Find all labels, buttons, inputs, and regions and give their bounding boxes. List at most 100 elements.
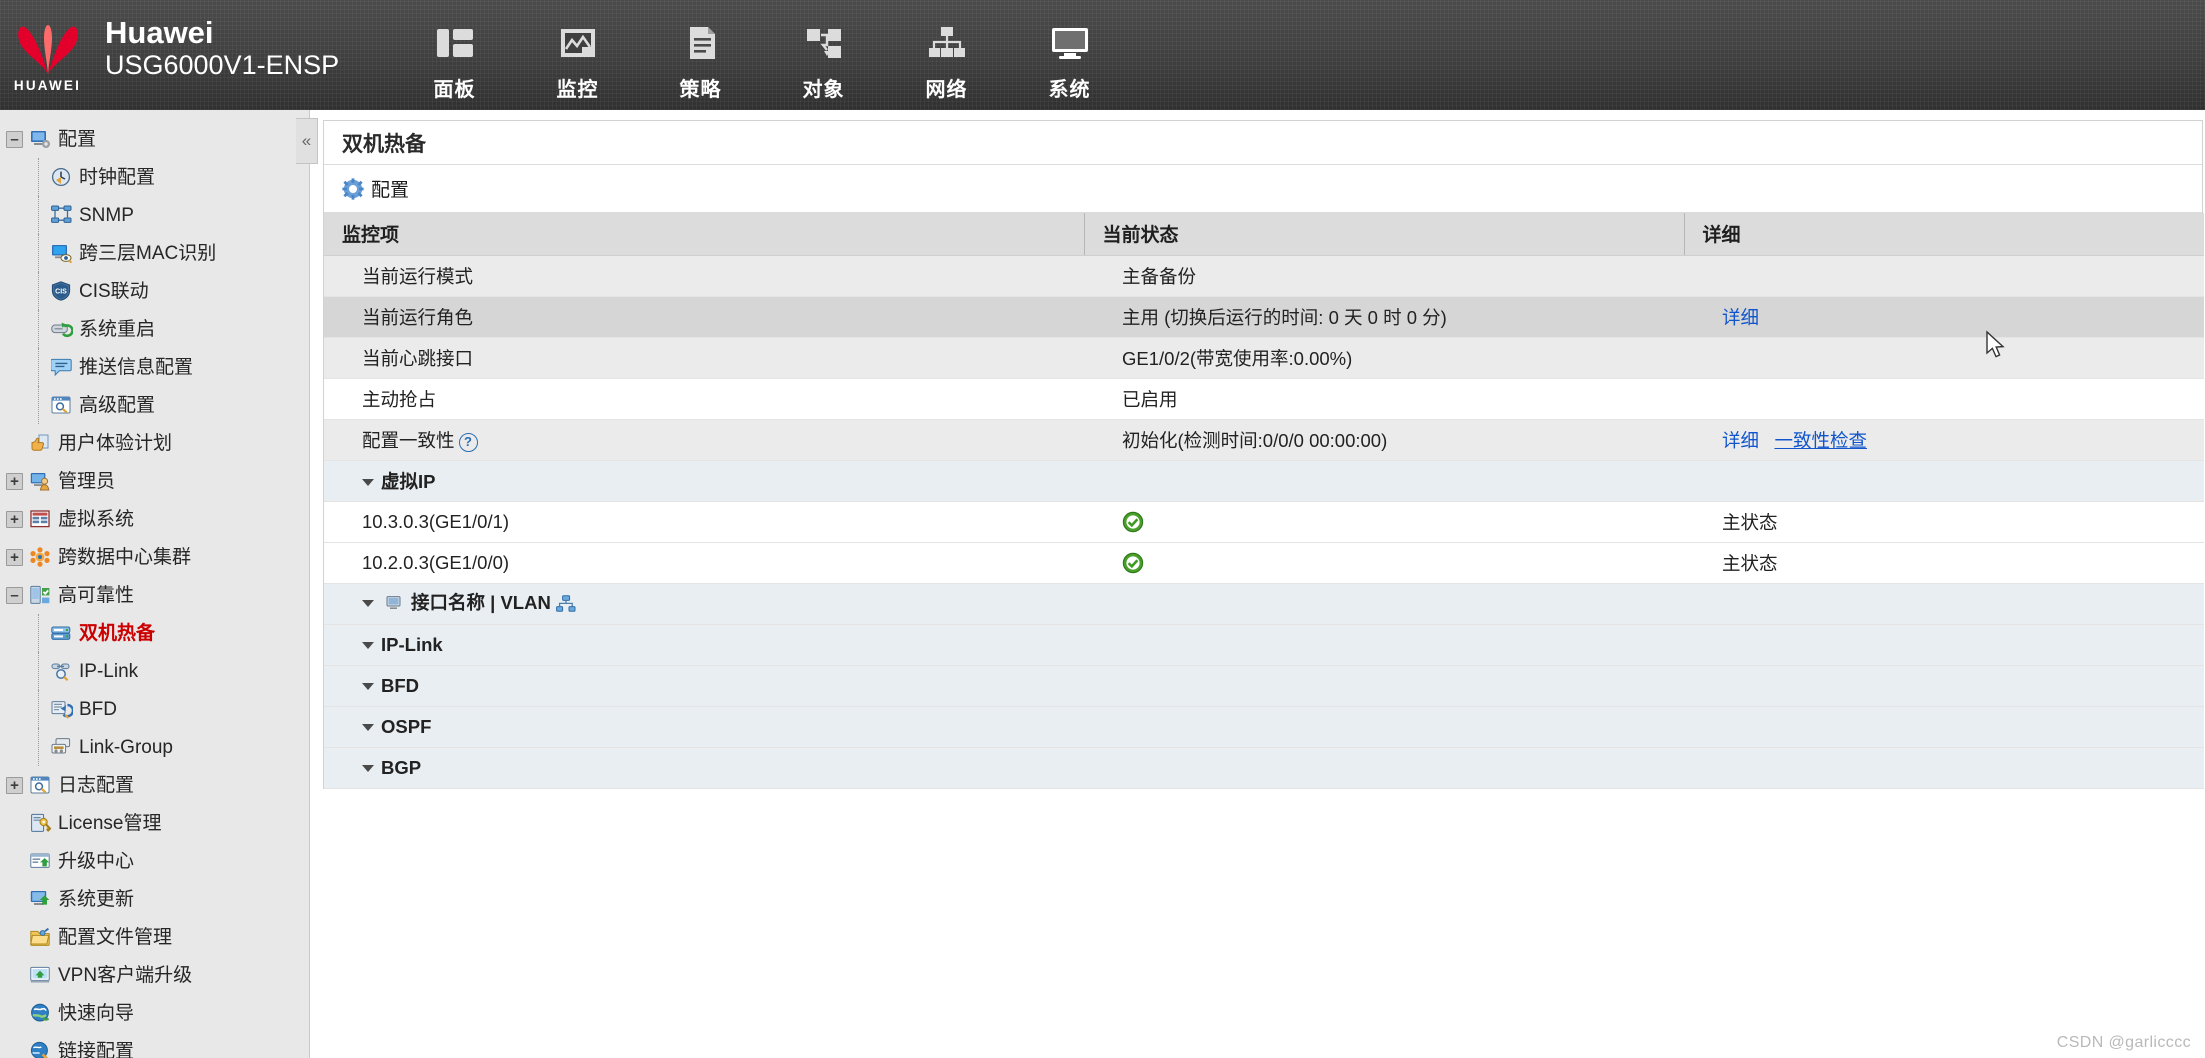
sidebar-item-label: 系统更新 [58, 888, 135, 910]
sidebar-item-7[interactable]: 高级配置 [0, 386, 309, 424]
consistency-check-link[interactable]: 一致性检查 [1774, 430, 1867, 451]
expand-icon[interactable]: + [6, 548, 23, 566]
sidebar-item-label: 推送信息配置 [79, 356, 194, 378]
sidebar-item-17[interactable]: + 日志配置 [0, 766, 309, 804]
table-row[interactable]: 当前运行角色 主用 (切换后运行的时间: 0 天 0 时 0 分) 详细 [324, 296, 2204, 338]
sidebar-item-13[interactable]: 双机热备 [0, 614, 309, 652]
table-header-row: 监控项 当前状态 详细 [324, 213, 2204, 256]
interface-icon [386, 595, 406, 618]
sidebar-item-22[interactable]: VPN客户端升级 [0, 956, 309, 994]
monitor-item-label: 主动抢占 [362, 388, 437, 410]
table-body: 当前运行模式 主备备份 当前运行角色 主用 (切换后运行的时间: 0 天 0 时 0 … [324, 255, 2204, 789]
collapse-caret-icon[interactable] [362, 764, 374, 772]
sidebar-item-19[interactable]: 升级中心 [0, 842, 309, 880]
sidebar-item-14[interactable]: IP-Link [0, 652, 309, 690]
sidebar-item-label: 链接配置 [58, 1040, 135, 1058]
nav-item-policy[interactable]: 策略 [639, 0, 762, 110]
gear-icon [342, 177, 364, 200]
nav-item-network[interactable]: 网络 [885, 0, 1008, 110]
sidebar-item-5[interactable]: 系统重启 [0, 310, 309, 348]
table-row[interactable]: 10.2.0.3(GE1/0/0) 主状态 [324, 542, 2204, 584]
tree-guide-line [38, 652, 50, 690]
nav-label-policy: 策略 [679, 79, 722, 101]
group-header-row[interactable]: IP-Link [324, 624, 2204, 666]
table-row[interactable]: 配置一致性? 初始化(检测时间:0/0/0 00:00:00) 详细 一致性检查 [324, 419, 2204, 461]
expand-icon[interactable]: + [6, 776, 23, 794]
sidebar-item-12[interactable]: – 高可靠性 [0, 576, 309, 614]
sidebar-item-21[interactable]: 配置文件管理 [0, 918, 309, 956]
collapse-caret-icon[interactable] [362, 682, 374, 690]
detail-link[interactable]: 详细 [1722, 307, 1759, 328]
table-row[interactable]: 10.3.0.3(GE1/0/1) 主状态 [324, 501, 2204, 543]
cell-status-indicator [1084, 542, 1684, 584]
cell-current-status: 主备备份 [1084, 255, 1684, 297]
top-header-bar: HUAWEI Huawei USG6000V1-ENSP 面板 监控 策略 对象… [0, 0, 2205, 110]
watermark: CSDN @garlicccc [2056, 1034, 2191, 1051]
help-icon[interactable]: ? [458, 432, 478, 452]
bfd-icon [50, 698, 74, 720]
admin-icon [29, 470, 53, 492]
cell-detail [1684, 378, 2204, 420]
group-header-row[interactable]: BGP [324, 747, 2204, 789]
group-header-row[interactable]: 接口名称 | VLAN [324, 583, 2204, 625]
sidebar-item-6[interactable]: 推送信息配置 [0, 348, 309, 386]
table-row[interactable]: 当前运行模式 主备备份 [324, 255, 2204, 297]
cell-detail [1684, 337, 2204, 379]
sidebar-item-label: 升级中心 [58, 850, 135, 872]
nav-item-panel[interactable]: 面板 [393, 0, 516, 110]
sidebar-item-20[interactable]: 系统更新 [0, 880, 309, 918]
cell-monitor-item: 当前心跳接口 [324, 337, 1084, 379]
thumbs-up-icon [29, 432, 53, 454]
cell-detail: 主状态 [1684, 542, 2204, 584]
sidebar-item-18[interactable]: License管理 [0, 804, 309, 842]
cell-virtual-ip: 10.3.0.3(GE1/0/1) [324, 501, 1084, 543]
hot-standby-icon [50, 622, 74, 644]
group-label: OSPF [381, 715, 432, 737]
sidebar-item-16[interactable]: Link-Group [0, 728, 309, 766]
sidebar-item-10[interactable]: + 虚拟系统 [0, 500, 309, 538]
sidebar-item-0[interactable]: – 配置 [0, 120, 309, 158]
upgrade-center-icon [29, 850, 53, 872]
expand-icon[interactable]: + [6, 510, 23, 528]
sidebar-item-label: 管理员 [58, 470, 116, 492]
sidebar-item-4[interactable]: CIS CIS联动 [0, 272, 309, 310]
panel-toolbar: 配置 [324, 165, 2202, 213]
sidebar-collapse-button[interactable]: « [296, 118, 318, 164]
table-row[interactable]: 主动抢占 已启用 [324, 378, 2204, 420]
collapse-caret-icon[interactable] [362, 478, 374, 486]
table-row[interactable]: 当前心跳接口 GE1/0/2(带宽使用率:0.00%) [324, 337, 2204, 379]
group-header-cell: 虚拟IP [324, 460, 2204, 502]
sidebar-item-3[interactable]: 跨三层MAC识别 [0, 234, 309, 272]
group-label: 虚拟IP [381, 470, 436, 492]
collapse-icon[interactable]: – [6, 130, 23, 148]
collapse-caret-icon[interactable] [362, 723, 374, 731]
collapse-caret-icon[interactable] [362, 600, 374, 607]
config-button[interactable]: 配置 [342, 175, 409, 202]
sidebar-item-8[interactable]: 用户体验计划 [0, 424, 309, 462]
sidebar-item-23[interactable]: 快速向导 [0, 994, 309, 1032]
nav-item-object[interactable]: 对象 [762, 0, 885, 110]
sidebar-item-1[interactable]: 时钟配置 [0, 158, 309, 196]
nav-item-system[interactable]: 系统 [1008, 0, 1131, 110]
detail-link[interactable]: 详细 [1722, 430, 1759, 451]
sidebar-item-2[interactable]: SNMP [0, 196, 309, 234]
nav-item-monitor[interactable]: 监控 [516, 0, 639, 110]
collapse-caret-icon[interactable] [362, 641, 374, 649]
monitor-item-label: 当前运行角色 [362, 306, 474, 328]
monitor-item-label: 当前心跳接口 [362, 347, 474, 369]
sidebar-item-9[interactable]: + 管理员 [0, 462, 309, 500]
sidebar-item-label: 跨数据中心集群 [58, 546, 192, 568]
cell-virtual-ip: 10.2.0.3(GE1/0/0) [324, 542, 1084, 584]
collapse-icon[interactable]: – [6, 586, 23, 604]
sidebar-item-11[interactable]: + 跨数据中心集群 [0, 538, 309, 576]
group-header-row[interactable]: 虚拟IP [324, 460, 2204, 502]
sidebar-item-24[interactable]: 链接配置 [0, 1032, 309, 1058]
group-header-row[interactable]: BFD [324, 665, 2204, 707]
sidebar-item-15[interactable]: BFD [0, 690, 309, 728]
object-icon [804, 20, 844, 66]
expand-icon[interactable]: + [6, 472, 23, 490]
tree-guide-line [38, 310, 50, 348]
group-header-row[interactable]: OSPF [324, 706, 2204, 748]
